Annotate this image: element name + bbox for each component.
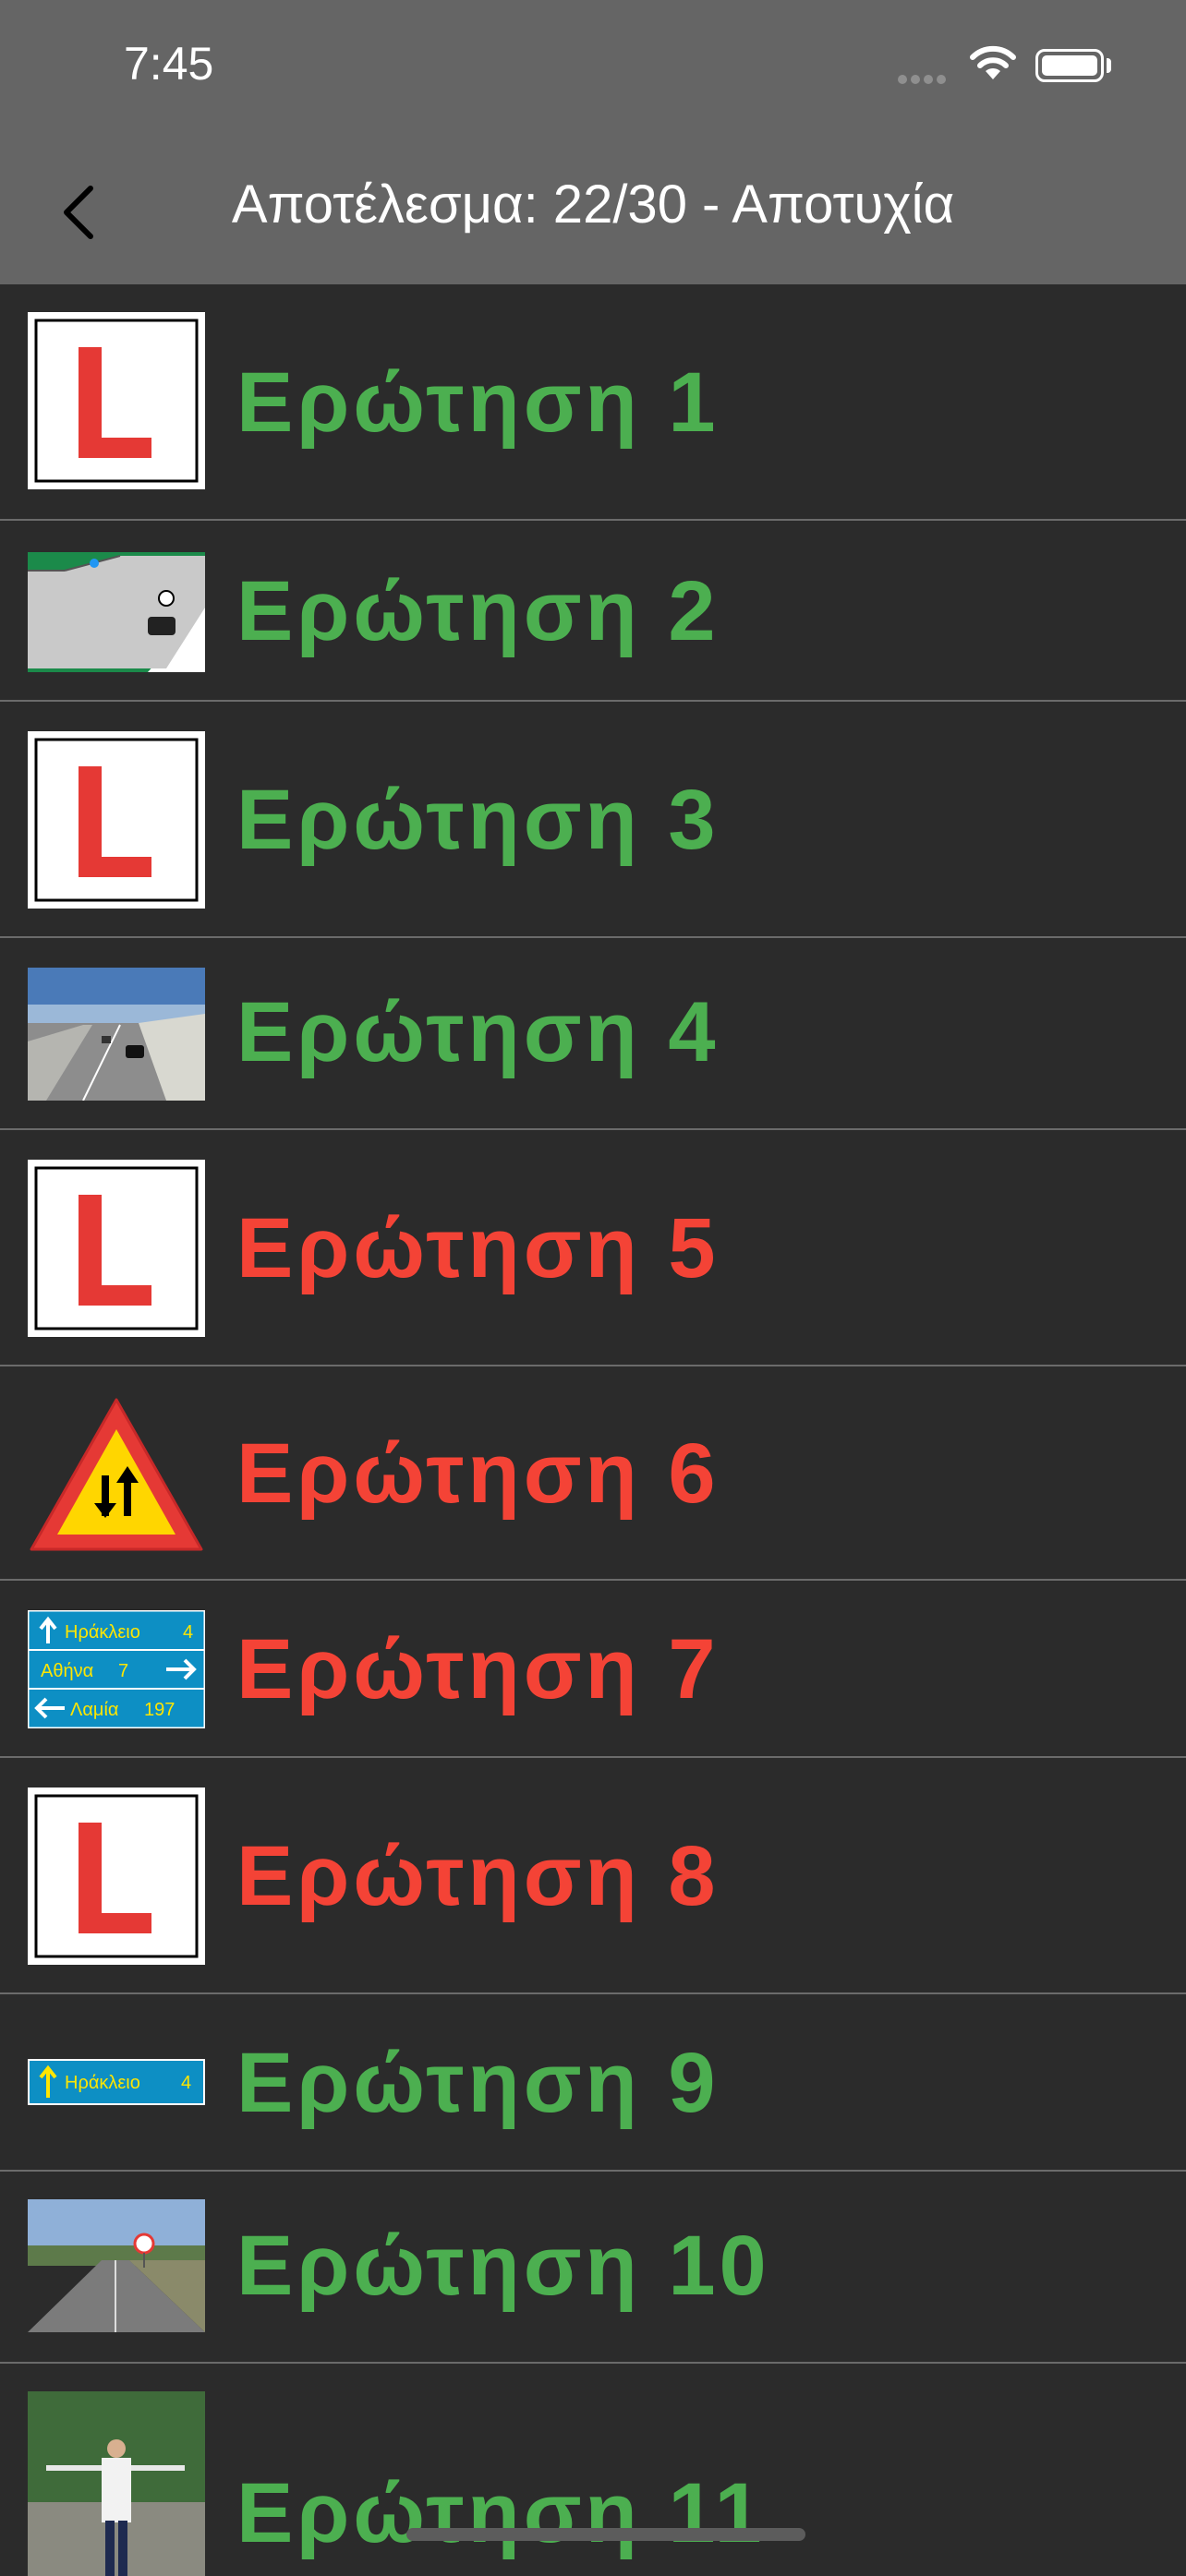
sign-text: Ηράκλειο — [65, 2073, 140, 2093]
sign-text: Αθήνα — [41, 1661, 93, 1681]
question-label: Ερώτηση 2 — [236, 564, 720, 658]
page-title: Αποτέλεσμα: 22/30 - Αποτυχία — [231, 175, 955, 235]
sign-text: Λαμία — [70, 1700, 118, 1720]
question-row-5[interactable]: Ερώτηση 5 — [0, 1130, 1186, 1366]
sign-text: 4 — [181, 2073, 191, 2093]
home-indicator[interactable] — [406, 2528, 805, 2541]
question-row-3[interactable]: Ερώτηση 3 — [0, 702, 1186, 938]
question-label: Ερώτηση 6 — [236, 1426, 720, 1521]
direction-sign-image: Ηράκλειο 4 — [28, 2059, 205, 2105]
sign-text: 197 — [144, 1700, 175, 1720]
direction-sign-image: Ηράκλειο 4 Αθήνα 7 Λαμία 197 — [28, 1610, 205, 1728]
highway-photo-image — [28, 968, 205, 1101]
question-label: Ερώτηση 3 — [236, 773, 720, 867]
question-row-6[interactable]: Ερώτηση 6 — [0, 1366, 1186, 1581]
sign-text: 4 — [183, 1622, 193, 1643]
question-row-1[interactable]: Ερώτηση 1 — [0, 284, 1186, 521]
learner-sign-image — [28, 1788, 205, 1965]
question-row-10[interactable]: Ερώτηση 10 — [0, 2172, 1186, 2364]
two-way-traffic-sign-image — [30, 1398, 203, 1551]
intersection-diagram-image — [28, 552, 205, 672]
traffic-police-photo-image — [28, 2391, 205, 2576]
sign-text: Ηράκλειο — [65, 1622, 140, 1643]
question-label: Ερώτηση 5 — [236, 1201, 720, 1295]
sign-text: 7 — [118, 1661, 128, 1681]
question-row-8[interactable]: Ερώτηση 8 — [0, 1758, 1186, 1994]
question-row-4[interactable]: Ερώτηση 4 — [0, 938, 1186, 1130]
learner-sign-image — [28, 1160, 205, 1337]
learner-sign-image — [28, 312, 205, 489]
battery-icon — [1035, 49, 1104, 82]
question-row-9[interactable]: Ηράκλειο 4 Ερώτηση 9 — [0, 1994, 1186, 2172]
question-label: Ερώτηση 9 — [236, 2036, 720, 2130]
question-label: Ερώτηση 7 — [236, 1622, 720, 1716]
question-row-11[interactable]: Ερώτηση 11 — [0, 2364, 1186, 2576]
question-label: Ερώτηση 10 — [236, 2219, 770, 2313]
question-row-7[interactable]: Ηράκλειο 4 Αθήνα 7 Λαμία 197 Ερώτηση 7 — [0, 1581, 1186, 1758]
wifi-icon — [970, 45, 1016, 79]
question-label: Ερώτηση 4 — [236, 985, 720, 1079]
battery-tip — [1107, 58, 1111, 73]
road-photo-image — [28, 2199, 205, 2332]
question-label: Ερώτηση 1 — [236, 355, 720, 450]
question-list: Ερώτηση 1 Ερώτηση 2 Ερώτηση 3 Ερώτηση 4 … — [0, 284, 1186, 2576]
question-label: Ερώτηση 8 — [236, 1829, 720, 1923]
status-time: 7:45 — [124, 38, 214, 90]
question-label: Ερώτηση 11 — [236, 2466, 766, 2560]
navigation-bar: Αποτέλεσμα: 22/30 - Αποτυχία — [0, 138, 1186, 284]
question-row-2[interactable]: Ερώτηση 2 — [0, 521, 1186, 702]
learner-sign-image — [28, 731, 205, 909]
cellular-signal-icon — [898, 72, 950, 89]
status-bar: 7:45 — [0, 0, 1186, 138]
